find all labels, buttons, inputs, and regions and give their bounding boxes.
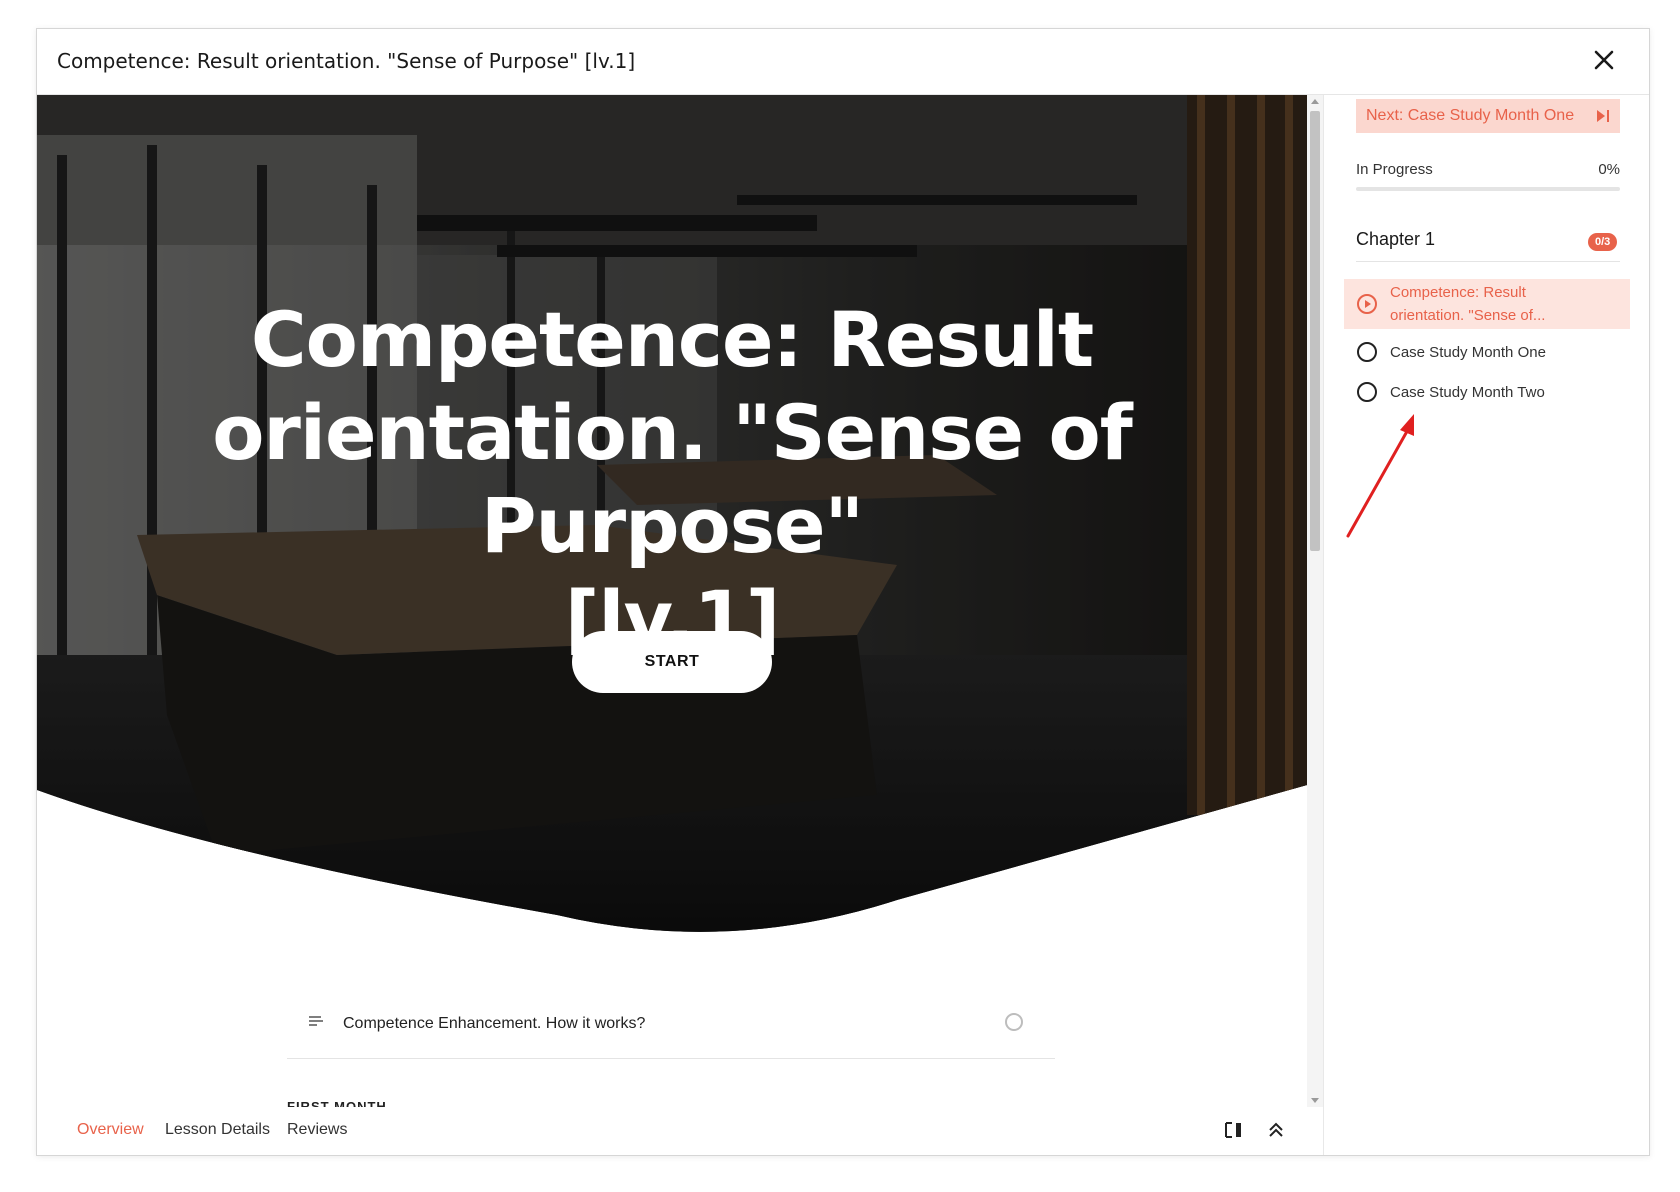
close-icon[interactable] xyxy=(1589,45,1619,75)
start-button[interactable]: START xyxy=(572,631,772,693)
sidebar-lesson-label: Case Study Month One xyxy=(1390,344,1546,361)
chapter-count-badge: 0/3 xyxy=(1588,233,1618,251)
scrollbar-thumb[interactable] xyxy=(1310,111,1320,551)
tab-lesson-details[interactable]: Lesson Details xyxy=(165,1121,270,1139)
hero-title-line: Competence: Result xyxy=(250,295,1094,384)
collapse-up-icon[interactable] xyxy=(1265,1119,1287,1145)
progress-label: In Progress xyxy=(1356,161,1433,178)
next-lesson-label: Next: Case Study Month One xyxy=(1366,107,1575,124)
skip-next-icon xyxy=(1597,110,1609,122)
sidebar-lesson-label: Competence: Result orientation. "Sense o… xyxy=(1390,281,1545,327)
modal-header: Competence: Result orientation. "Sense o… xyxy=(37,29,1649,95)
play-circle-icon xyxy=(1357,294,1377,314)
modal-title: Competence: Result orientation. "Sense o… xyxy=(57,49,636,73)
tab-reviews[interactable]: Reviews xyxy=(287,1121,347,1139)
lesson-modal: Competence: Result orientation. "Sense o… xyxy=(36,28,1650,1156)
sidebar-lesson-case-study-one[interactable]: Case Study Month One xyxy=(1344,337,1630,367)
lesson-list-item[interactable]: Competence Enhancement. How it works? xyxy=(287,1005,1055,1059)
next-lesson-button[interactable]: Next: Case Study Month One xyxy=(1356,99,1620,133)
course-sidebar: Next: Case Study Month One In Progress 0… xyxy=(1323,95,1649,1155)
progress-bar xyxy=(1356,187,1620,191)
sidebar-lesson-label-line: Competence: Result xyxy=(1390,284,1526,301)
divider xyxy=(1356,261,1620,262)
hero-title: Competence: Result orientation. "Sense o… xyxy=(47,293,1297,665)
scroll-up-icon[interactable] xyxy=(1311,99,1319,104)
bottom-tab-bar: Overview Lesson Details Reviews xyxy=(37,1107,1323,1155)
lines-icon xyxy=(309,1016,323,1026)
annotation-arrow xyxy=(1346,414,1414,538)
scroll-down-icon[interactable] xyxy=(1311,1098,1319,1103)
tab-overview[interactable]: Overview xyxy=(77,1121,144,1139)
progress-value: 0% xyxy=(1598,161,1620,178)
hero-banner: Competence: Result orientation. "Sense o… xyxy=(37,95,1307,955)
circle-icon xyxy=(1357,342,1377,362)
section-heading: FIRST MONTH xyxy=(287,1099,387,1107)
hero-title-line: orientation. "Sense of Purpose" xyxy=(212,388,1133,570)
lesson-item-label: Competence Enhancement. How it works? xyxy=(343,1015,646,1032)
sidebar-lesson-label-line: orientation. "Sense of... xyxy=(1390,307,1546,324)
sidebar-toggle-icon[interactable] xyxy=(1223,1119,1245,1145)
sidebar-lesson-current[interactable]: Competence: Result orientation. "Sense o… xyxy=(1344,279,1630,329)
content-scrollbar[interactable] xyxy=(1307,95,1323,1107)
chapter-title[interactable]: Chapter 1 xyxy=(1356,229,1435,250)
lesson-content: Competence: Result orientation. "Sense o… xyxy=(37,95,1307,1107)
circle-icon xyxy=(1005,1013,1023,1031)
